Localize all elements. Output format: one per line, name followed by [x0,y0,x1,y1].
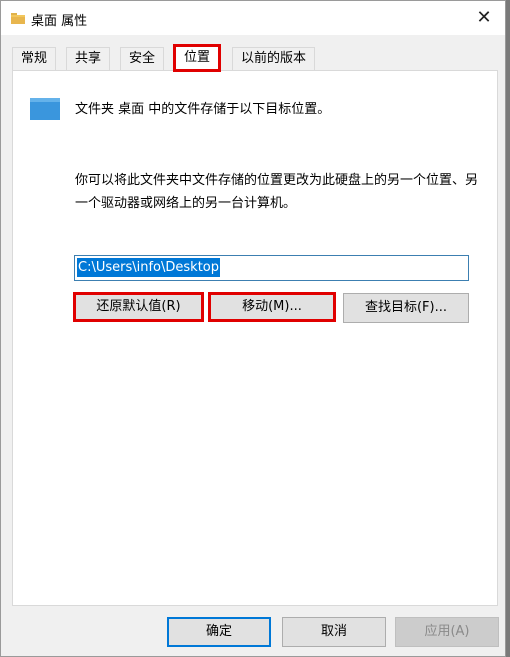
apply-button[interactable]: 应用(A) [395,617,499,647]
close-button[interactable]: ✕ [469,5,499,31]
tab-security[interactable]: 安全 [120,47,165,71]
path-input[interactable]: C:\Users\info\Desktop [74,255,469,281]
tab-general[interactable]: 常规 [12,47,57,71]
restore-default-button[interactable]: 还原默认值(R) [73,292,204,322]
find-target-button[interactable]: 查找目标(F)... [343,293,469,323]
location-description: 你可以将此文件夹中文件存储的位置更改为此硬盘上的另一个位置、另一个驱动器或网络上… [75,173,479,211]
desktop-folder-icon [30,98,60,120]
title-bar: 桌面 属性 ✕ [1,1,505,35]
move-button[interactable]: 移动(M)... [208,292,336,322]
ok-button[interactable]: 确定 [167,617,271,647]
tab-previous-versions[interactable]: 以前的版本 [232,47,316,71]
properties-dialog: 桌面 属性 ✕ 常规 共享 安全 位置 以前的版本 文件夹 桌面 中的文件存储于… [0,0,506,657]
location-heading: 文件夹 桌面 中的文件存储于以下目标位置。 [75,102,331,117]
cancel-button[interactable]: 取消 [282,617,386,647]
location-panel: 文件夹 桌面 中的文件存储于以下目标位置。 你可以将此文件夹中文件存储的位置更改… [12,70,498,606]
tab-sharing[interactable]: 共享 [66,47,111,71]
folder-icon [11,13,25,24]
path-value: C:\Users\info\Desktop [77,258,220,277]
window-title: 桌面 属性 [31,14,88,29]
tab-location[interactable]: 位置 [173,44,222,72]
